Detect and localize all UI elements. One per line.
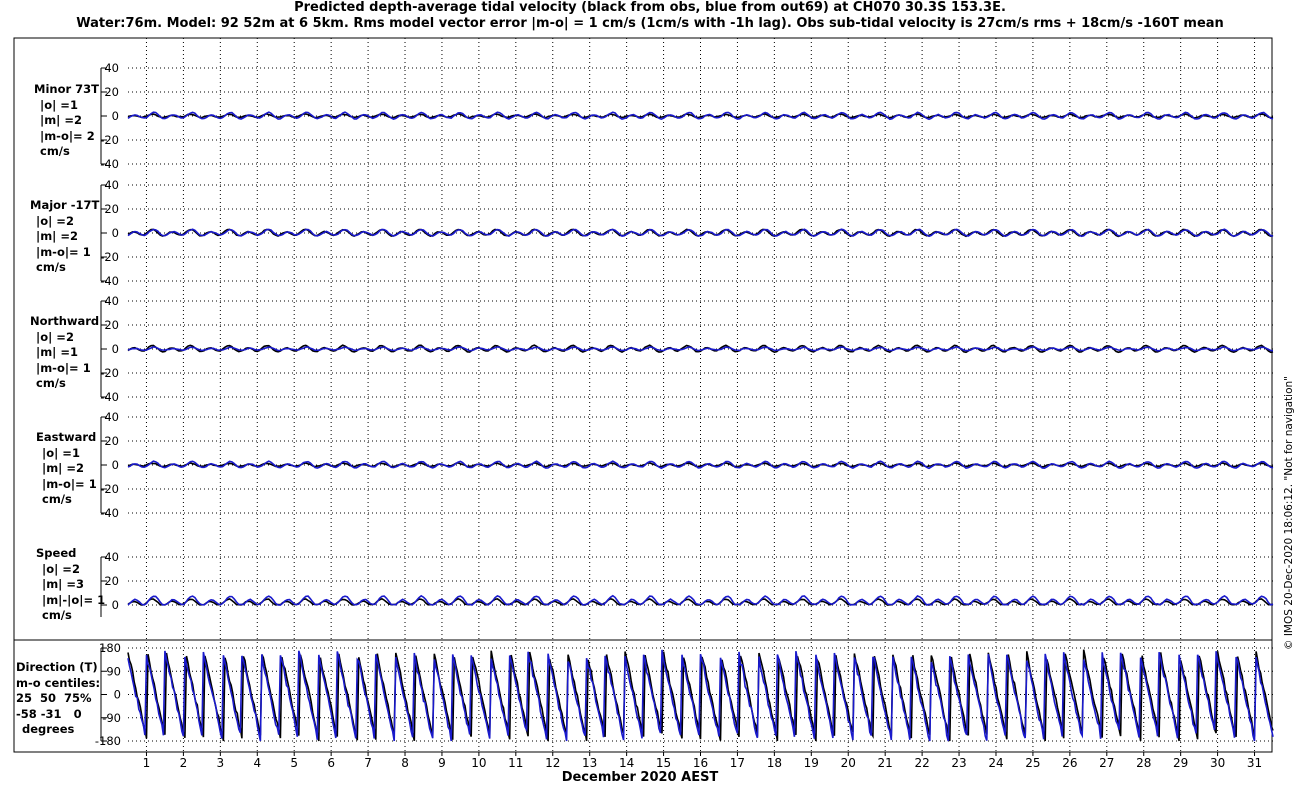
y-tick-label: 20 xyxy=(104,318,119,332)
x-tick-label: 12 xyxy=(545,756,560,770)
panel-label-line: |o| =1 xyxy=(40,97,78,112)
x-tick-label: 5 xyxy=(290,756,298,770)
y-tick-label: 20 xyxy=(104,202,119,216)
panel-label-line: m-o centiles: xyxy=(16,675,101,690)
panel-label-speed: Speed |o| =2 |m| =3 |m|-|o|= 1 cm/s xyxy=(36,546,105,624)
y-tick-label: -20 xyxy=(100,133,119,147)
y-tick-label: 0 xyxy=(112,109,119,123)
panel-label-line: |o| =1 xyxy=(42,445,80,460)
panel-label-line: |m-o|= 2 xyxy=(40,128,95,143)
y-tick-label: -20 xyxy=(100,482,119,496)
x-tick-label: 17 xyxy=(730,756,745,770)
x-tick-label: 7 xyxy=(364,756,372,770)
y-tick-label: 180 xyxy=(99,641,121,655)
y-tick-label: 0 xyxy=(112,598,119,612)
y-tick-label: 20 xyxy=(104,574,119,588)
panel-label-line: Northward xyxy=(30,314,100,328)
y-tick-label: 0 xyxy=(112,458,119,472)
x-tick-label: 15 xyxy=(656,756,671,770)
panel-label-line: |m| =2 xyxy=(40,113,83,127)
y-tick-label: 0 xyxy=(112,342,119,356)
y-tick-label: -20 xyxy=(100,250,119,264)
panel-label-line: degrees xyxy=(22,722,75,736)
x-tick-label: 21 xyxy=(878,756,893,770)
panel-label-line: cm/s xyxy=(36,376,66,390)
x-tick-label: 6 xyxy=(327,756,335,770)
panel-label-line: |m|-|o|= 1 xyxy=(42,592,106,607)
y-tick-label: -40 xyxy=(100,274,119,288)
panel-label-line: |o| =2 xyxy=(36,329,74,344)
series-line-model-speed xyxy=(127,594,1274,606)
y-tick-label: -40 xyxy=(100,157,119,171)
panel-label-major: Major -17T |o| =2 |m| =2 |m-o|= 1 cm/s xyxy=(30,198,99,276)
x-tick-label: 13 xyxy=(582,756,597,770)
x-tick-label: 30 xyxy=(1210,756,1225,770)
panel-label-line: Speed xyxy=(36,546,77,560)
y-tick-label: 0 xyxy=(112,226,119,240)
panel-label-line: Minor 73T xyxy=(34,82,99,96)
panel-label-line: Eastward xyxy=(36,430,97,444)
y-tick-label: 40 xyxy=(104,410,119,424)
x-tick-label: 10 xyxy=(471,756,486,770)
y-tick-label: 20 xyxy=(104,85,119,99)
panel-label-northward: Northward |o| =2 |m| =1 |m-o|= 1 cm/s xyxy=(30,314,99,392)
y-tick-label: -90 xyxy=(102,711,121,725)
panel-label-eastward: Eastward |o| =1 |m| =2 |m-o|= 1 cm/s xyxy=(36,430,97,508)
panel-label-line: Direction (T) xyxy=(16,660,98,674)
panel-label-line: |m| =2 xyxy=(42,461,85,475)
x-tick-label: 11 xyxy=(508,756,523,770)
outer-frame xyxy=(13,37,1273,753)
x-tick-label: 19 xyxy=(804,756,819,770)
y-tick-label: 40 xyxy=(104,178,119,192)
x-tick-label: 9 xyxy=(438,756,446,770)
x-tick-label: 26 xyxy=(1062,756,1077,770)
panel-label-line: cm/s xyxy=(42,492,72,506)
panel-label-line: Major -17T xyxy=(30,198,100,212)
tidal-velocity-chart: 1 2 3 4 5 6 7 8 9 10 11 12 13 14 15 16 17 18 19 20 21 22 23 24 2… xyxy=(13,37,1274,770)
x-tick-label: 8 xyxy=(401,756,409,770)
x-tick-label: 28 xyxy=(1136,756,1151,770)
panel-label-line: 25 50 75% xyxy=(16,691,92,705)
panel-label-line: |m| =2 xyxy=(36,229,79,243)
panel-label-line: cm/s xyxy=(36,260,66,274)
y-tick-label: -40 xyxy=(100,390,119,404)
x-tick-label: 20 xyxy=(841,756,856,770)
x-tick-label: 14 xyxy=(619,756,634,770)
x-tick-label: 18 xyxy=(767,756,782,770)
y-tick-label: 90 xyxy=(106,664,121,678)
panel-label-line: |m-o|= 1 xyxy=(36,244,91,259)
x-tick-label: 1 xyxy=(143,756,151,770)
x-tick-label: 4 xyxy=(253,756,261,770)
x-tick-label: 2 xyxy=(180,756,188,770)
y-tick-label: 40 xyxy=(104,550,119,564)
y-tick-label: 0 xyxy=(114,688,121,702)
x-tick-label: 27 xyxy=(1099,756,1114,770)
panel-label-line: -58 -31 0 xyxy=(16,706,82,721)
x-axis-label: December 2020 AEST xyxy=(561,770,719,785)
y-tick-label: 20 xyxy=(104,434,119,448)
panel-label-line: |o| =2 xyxy=(36,213,74,228)
panel-label-direction: Direction (T) m-o centiles: 25 50 75% -58 -… xyxy=(16,660,100,738)
x-tick-label: 25 xyxy=(1025,756,1040,770)
y-tick-label: -20 xyxy=(100,366,119,380)
y-tick-label: 40 xyxy=(104,61,119,75)
x-tick-label: 16 xyxy=(693,756,708,770)
panel-label-line: cm/s xyxy=(40,144,70,158)
x-tick-label: 31 xyxy=(1247,756,1262,770)
copyright-credit: © IMOS 20-Dec-2020 18:06:12. "Not for na… xyxy=(1283,375,1295,650)
y-tick-label: -40 xyxy=(100,506,119,520)
x-tick-label: 3 xyxy=(217,756,225,770)
panel-label-minor: Minor 73T |o| =1 |m| =2 |m-o|= 2 cm/s xyxy=(34,82,99,160)
x-tick-label: 23 xyxy=(951,756,966,770)
panel-label-line: |m| =3 xyxy=(42,577,85,591)
x-tick-label: 22 xyxy=(914,756,929,770)
x-tick-label: 29 xyxy=(1173,756,1188,770)
panel-label-line: |m-o|= 1 xyxy=(42,476,97,491)
panel-label-line: cm/s xyxy=(42,608,72,622)
y-tick-label: 40 xyxy=(104,294,119,308)
x-tick-label: 24 xyxy=(988,756,1003,770)
panel-label-line: |m| =1 xyxy=(36,345,79,359)
panel-label-line: |m-o|= 1 xyxy=(36,360,91,375)
panel-label-line: |o| =2 xyxy=(42,561,80,576)
